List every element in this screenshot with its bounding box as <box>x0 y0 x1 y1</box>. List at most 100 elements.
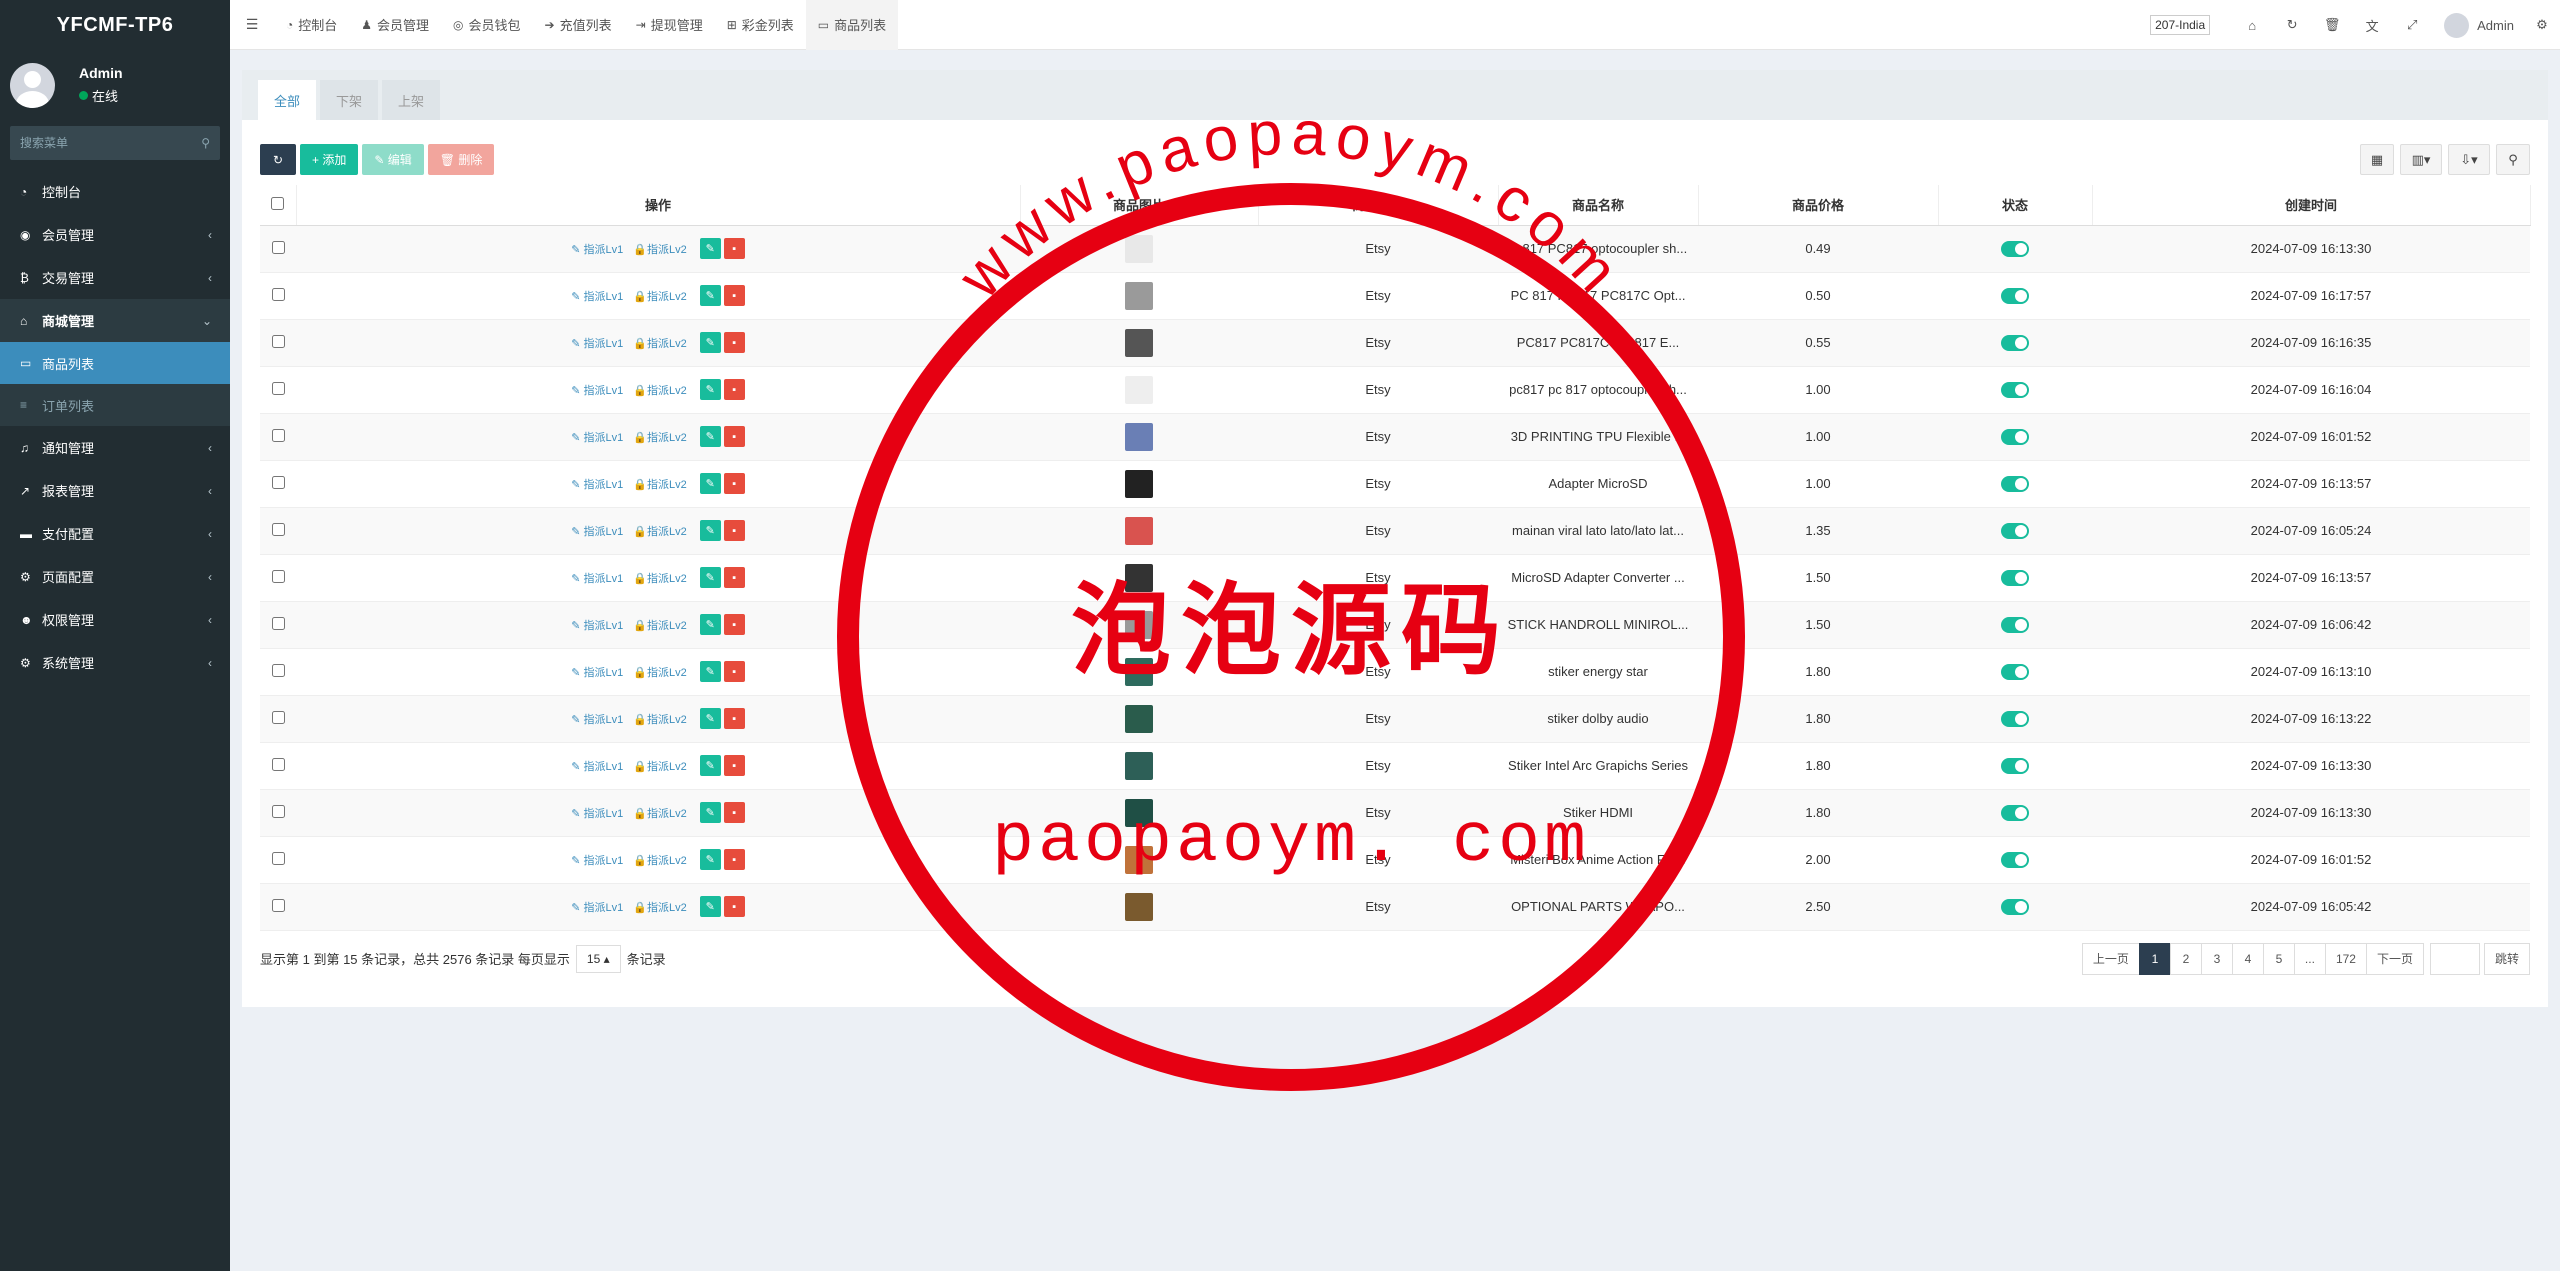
assign-lv2-link[interactable]: 🔒指派Lv2 <box>633 711 686 727</box>
sidebar-item-trade[interactable]: ₿ 交易管理 ‹ <box>0 256 230 299</box>
assign-lv2-link[interactable]: 🔒指派Lv2 <box>633 241 686 257</box>
product-thumbnail[interactable] <box>1125 563 1153 592</box>
status-toggle[interactable] <box>2001 757 2029 774</box>
row-edit-button[interactable]: ✎ <box>699 567 721 588</box>
assign-lv2-link[interactable]: 🔒指派Lv2 <box>633 664 686 680</box>
row-delete-button[interactable]: ▪ <box>723 238 745 259</box>
product-thumbnail[interactable] <box>1125 281 1153 310</box>
sidebar-item-payment[interactable]: ▬ 支付配置 ‹ <box>0 512 230 555</box>
status-toggle[interactable] <box>2001 334 2029 351</box>
assign-lv1-link[interactable]: ✎ 指派Lv1 <box>571 288 623 304</box>
row-delete-button[interactable]: ▪ <box>723 567 745 588</box>
row-delete-button[interactable]: ▪ <box>723 896 745 917</box>
page-button[interactable]: 3 <box>2200 942 2233 975</box>
assign-lv2-link[interactable]: 🔒指派Lv2 <box>633 617 686 633</box>
table-row[interactable]: ✎ 指派Lv1 🔒指派Lv2 ✎ ▪ Etsy stiker energy star 1.8… <box>260 648 2530 696</box>
status-toggle[interactable] <box>2001 851 2029 868</box>
page-button[interactable]: 2 <box>2169 942 2202 975</box>
sidebar-item-notify[interactable]: ♫ 通知管理 ‹ <box>0 426 230 469</box>
sidebar-item-pages[interactable]: ⚙ 页面配置 ‹ <box>0 555 230 598</box>
row-edit-button[interactable]: ✎ <box>699 379 721 400</box>
row-checkbox[interactable] <box>271 381 285 395</box>
status-toggle[interactable] <box>2001 475 2029 492</box>
row-delete-button[interactable]: ▪ <box>723 755 745 776</box>
col-created[interactable]: 创建时间 <box>2092 185 2531 226</box>
trash-icon[interactable]: 🗑 <box>2312 17 2352 33</box>
tab-recharge[interactable]: ➔ 充值列表 <box>533 0 624 50</box>
assign-lv2-link[interactable]: 🔒指派Lv2 <box>633 476 686 492</box>
app-logo[interactable]: YFCMF-TP6 <box>0 0 230 50</box>
row-edit-button[interactable]: ✎ <box>699 708 721 729</box>
prev-page-button[interactable]: 上一页 <box>2081 942 2140 975</box>
assign-lv1-link[interactable]: ✎ 指派Lv1 <box>571 711 623 727</box>
table-row[interactable]: ✎ 指派Lv1 🔒指派Lv2 ✎ ▪ Etsy STICK HANDROLL MINIRO… <box>260 601 2530 649</box>
row-checkbox[interactable] <box>271 898 285 912</box>
assign-lv1-link[interactable]: ✎ 指派Lv1 <box>571 617 623 633</box>
product-thumbnail[interactable] <box>1125 328 1153 357</box>
assign-lv2-link[interactable]: 🔒指派Lv2 <box>633 570 686 586</box>
assign-lv1-link[interactable]: ✎ 指派Lv1 <box>571 758 623 774</box>
product-thumbnail[interactable] <box>1125 610 1153 639</box>
row-edit-button[interactable]: ✎ <box>699 332 721 353</box>
assign-lv2-link[interactable]: 🔒指派Lv2 <box>633 382 686 398</box>
edit-button[interactable]: ✎ 编辑 <box>362 144 424 175</box>
sidebar-item-system[interactable]: ⚙ 系统管理 ‹ <box>0 641 230 684</box>
row-edit-button[interactable]: ✎ <box>699 755 721 776</box>
status-toggle[interactable] <box>2001 287 2029 304</box>
table-row[interactable]: ✎ 指派Lv1 🔒指派Lv2 ✎ ▪ Etsy mainan viral lato lat… <box>260 507 2530 555</box>
table-row[interactable]: ✎ 指派Lv1 🔒指派Lv2 ✎ ▪ Etsy Stiker Intel Arc Grap… <box>260 742 2530 790</box>
assign-lv2-link[interactable]: 🔒指派Lv2 <box>633 288 686 304</box>
product-thumbnail[interactable] <box>1125 516 1153 545</box>
sidebar-item-order-list[interactable]: ≡ 订单列表 <box>0 384 230 426</box>
assign-lv1-link[interactable]: ✎ 指派Lv1 <box>571 241 623 257</box>
delete-button[interactable]: 🗑 删除 <box>427 144 495 175</box>
row-checkbox[interactable] <box>271 569 285 583</box>
tab-bonus[interactable]: ⊞ 彩金列表 <box>715 0 806 50</box>
row-checkbox[interactable] <box>271 240 285 254</box>
row-edit-button[interactable]: ✎ <box>699 520 721 541</box>
settings-gear-icon[interactable]: ⚙ <box>2524 17 2560 33</box>
table-row[interactable]: ✎ 指派Lv1 🔒指派Lv2 ✎ ▪ Etsy Adapter MicroSD 1.00 20… <box>260 460 2530 508</box>
sidebar-item-members[interactable]: ◉ 会员管理 ‹ <box>0 213 230 256</box>
jump-button[interactable]: 跳转 <box>2483 942 2530 975</box>
row-edit-button[interactable]: ✎ <box>699 426 721 447</box>
assign-lv2-link[interactable]: 🔒指派Lv2 <box>633 899 686 915</box>
table-row[interactable]: ✎ 指派Lv1 🔒指派Lv2 ✎ ▪ Etsy OPTIONAL PARTS WEAPO.… <box>260 883 2530 931</box>
assign-lv2-link[interactable]: 🔒指派Lv2 <box>633 429 686 445</box>
row-edit-button[interactable]: ✎ <box>699 802 721 823</box>
tab-product-list[interactable]: ▭ 商品列表 <box>805 0 899 50</box>
sidebar-item-permissions[interactable]: ☻ 权限管理 ‹ <box>0 598 230 641</box>
status-toggle[interactable] <box>2001 710 2029 727</box>
row-delete-button[interactable]: ▪ <box>723 473 745 494</box>
refresh-icon[interactable]: ↻ <box>2272 17 2312 33</box>
tab-offline[interactable]: 下架 <box>320 80 379 120</box>
row-checkbox[interactable] <box>271 804 285 818</box>
next-page-button[interactable]: 下一页 <box>2365 942 2424 975</box>
row-edit-button[interactable]: ✎ <box>699 849 721 870</box>
page-button[interactable]: 1 <box>2138 942 2171 975</box>
tab-dashboard[interactable]: ◔ 控制台 <box>274 0 349 50</box>
menu-toggle-icon[interactable]: ☰ <box>230 16 274 33</box>
search-icon[interactable]: ⚲ <box>201 136 210 150</box>
export-button[interactable]: ⇩▾ <box>2448 144 2490 175</box>
region-select[interactable]: 207-India <box>2150 15 2211 35</box>
status-toggle[interactable] <box>2001 240 2029 257</box>
status-toggle[interactable] <box>2001 804 2029 821</box>
row-checkbox[interactable] <box>271 475 285 489</box>
assign-lv1-link[interactable]: ✎ 指派Lv1 <box>571 899 623 915</box>
search-toggle-button[interactable]: ⚲ <box>2496 144 2530 175</box>
jump-page-input[interactable] <box>2429 942 2480 975</box>
tab-withdraw[interactable]: ⇥ 提现管理 <box>624 0 715 50</box>
product-thumbnail[interactable] <box>1125 751 1153 780</box>
assign-lv1-link[interactable]: ✎ 指派Lv1 <box>571 382 623 398</box>
sidebar-item-product-list[interactable]: ▭ 商品列表 <box>0 342 230 384</box>
language-icon[interactable]: 文 <box>2352 16 2392 35</box>
row-delete-button[interactable]: ▪ <box>723 520 745 541</box>
row-checkbox[interactable] <box>271 710 285 724</box>
status-toggle[interactable] <box>2001 663 2029 680</box>
row-delete-button[interactable]: ▪ <box>723 802 745 823</box>
sidebar-item-mall[interactable]: ⌂ 商城管理 ⌄ <box>0 299 230 342</box>
product-thumbnail[interactable] <box>1125 704 1153 733</box>
row-delete-button[interactable]: ▪ <box>723 379 745 400</box>
product-thumbnail[interactable] <box>1125 657 1153 686</box>
